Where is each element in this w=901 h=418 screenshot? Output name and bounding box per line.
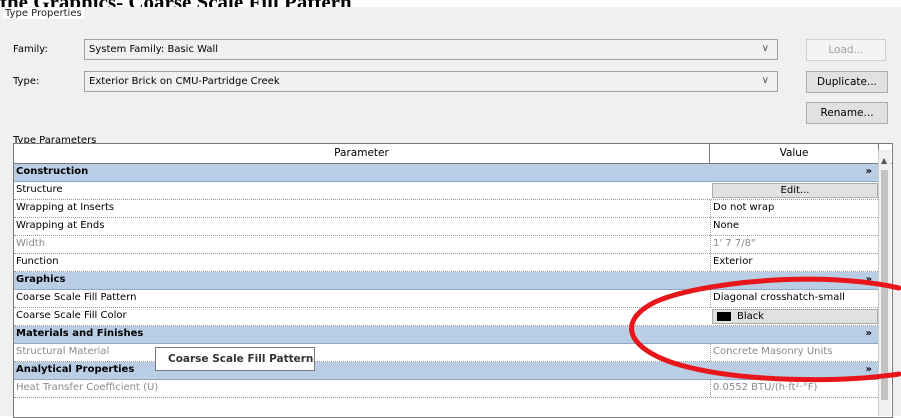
type-combobox[interactable]: Exterior Brick on CMU-Partridge Creek ∨ — [84, 71, 778, 92]
param-name: Function — [16, 256, 59, 267]
collapse-icon[interactable]: » — [866, 274, 872, 285]
header-parameter[interactable]: Parameter — [14, 144, 710, 163]
chevron-down-icon: ∨ — [761, 75, 769, 86]
param-row-coarse-fill-color[interactable]: Coarse Scale Fill Color Black — [14, 308, 880, 326]
group-label: Materials and Finishes — [16, 328, 144, 339]
param-row-coarse-fill-pattern[interactable]: Coarse Scale Fill Pattern Diagonal cross… — [14, 290, 880, 308]
param-name: Coarse Scale Fill Color — [16, 310, 127, 321]
collapse-icon[interactable]: » — [866, 364, 872, 375]
load-button[interactable]: Load... — [806, 39, 886, 61]
param-name: Structure — [16, 184, 63, 195]
param-row-width: Width 1' 7 7/8" — [14, 236, 880, 254]
param-value[interactable]: Exterior — [710, 254, 878, 271]
type-parameters-grid: Parameter Value = Construction » Structu… — [13, 143, 893, 418]
type-label: Type: — [13, 76, 40, 87]
header-value[interactable]: Value — [710, 144, 879, 163]
param-row-structural-material: Structural Material Concrete Masonry Uni… — [14, 344, 880, 362]
group-row-construction[interactable]: Construction » — [14, 164, 880, 182]
param-value[interactable]: None — [710, 218, 878, 235]
family-label: Family: — [13, 44, 48, 55]
collapse-icon[interactable]: » — [866, 166, 872, 177]
dialog-title: Type Properties — [3, 8, 84, 19]
param-row-wrapping-inserts[interactable]: Wrapping at Inserts Do not wrap — [14, 200, 880, 218]
vertical-scrollbar[interactable]: ▲ — [878, 150, 891, 416]
param-row-heat-transfer: Heat Transfer Coefficient (U) 0.0552 BTU… — [14, 380, 880, 398]
structure-edit-button[interactable]: Edit... — [712, 183, 878, 198]
tooltip: Coarse Scale Fill Pattern — [155, 347, 315, 371]
group-row-materials[interactable]: Materials and Finishes » — [14, 326, 880, 344]
param-value: 1' 7 7/8" — [710, 236, 878, 253]
param-name: Wrapping at Ends — [16, 220, 105, 231]
param-name: Structural Material — [16, 346, 110, 357]
group-label: Analytical Properties — [16, 364, 135, 375]
param-value[interactable]: Do not wrap — [710, 200, 878, 217]
param-name: Coarse Scale Fill Pattern — [16, 292, 137, 303]
param-name: Width — [16, 238, 46, 249]
color-picker-button[interactable]: Black — [712, 309, 878, 324]
param-name: Wrapping at Inserts — [16, 202, 115, 213]
rename-button[interactable]: Rename... — [806, 102, 888, 124]
param-value: 0.0552 BTU/(h·ft²·°F) — [710, 380, 878, 397]
param-value[interactable]: Diagonal crosshatch-small — [710, 290, 878, 307]
chevron-down-icon: ∨ — [761, 43, 769, 54]
param-row-structure[interactable]: Structure Edit... — [14, 182, 880, 200]
group-label: Construction — [16, 166, 89, 177]
grid-header: Parameter Value = — [14, 144, 892, 164]
param-row-function[interactable]: Function Exterior — [14, 254, 880, 272]
color-swatch — [717, 311, 731, 321]
scroll-up-icon[interactable]: ▲ — [881, 156, 887, 165]
param-row-wrapping-ends[interactable]: Wrapping at Ends None — [14, 218, 880, 236]
group-row-graphics[interactable]: Graphics » — [14, 272, 880, 290]
collapse-icon[interactable]: » — [866, 328, 872, 339]
type-value: Exterior Brick on CMU-Partridge Creek — [89, 76, 280, 87]
family-value: System Family: Basic Wall — [89, 44, 219, 55]
param-value: Concrete Masonry Units — [710, 344, 878, 361]
color-name: Black — [737, 311, 765, 322]
param-name: Heat Transfer Coefficient (U) — [16, 382, 159, 393]
family-combobox[interactable]: System Family: Basic Wall ∨ — [84, 39, 778, 60]
group-label: Graphics — [16, 274, 66, 285]
scrollbar-thumb[interactable] — [881, 170, 888, 400]
duplicate-button[interactable]: Duplicate... — [806, 71, 888, 93]
group-row-analytical[interactable]: Analytical Properties » — [14, 362, 880, 380]
